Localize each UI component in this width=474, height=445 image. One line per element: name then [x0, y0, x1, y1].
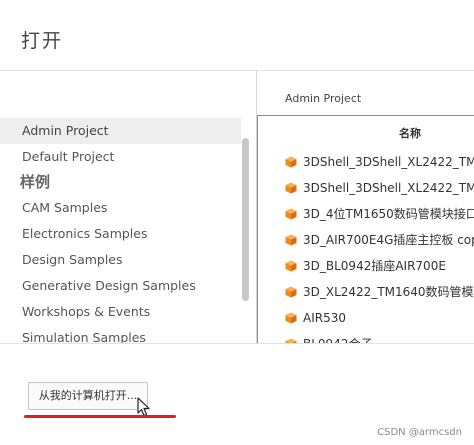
file-row[interactable]: 3DShell_3DShell_XL2422_TM1	[258, 149, 474, 175]
mouse-cursor-icon	[137, 397, 150, 417]
sample-item-label: Generative Design Samples	[22, 278, 196, 293]
project-item-admin[interactable]: Admin Project	[0, 118, 241, 144]
file-row[interactable]: BL0942合子	[258, 331, 474, 343]
file-name: 3D_4位TM1650数码管模块接口	[303, 207, 474, 221]
cube-icon	[285, 286, 297, 298]
file-name: 3D_XL2422_TM1640数码管模块	[303, 285, 474, 299]
sample-item-workshops[interactable]: Workshops & Events	[0, 299, 241, 325]
file-name: BL0942合子	[303, 331, 372, 343]
column-header-name[interactable]: 名称	[399, 125, 421, 141]
cube-icon	[285, 260, 297, 272]
project-list-scrollbar[interactable]	[242, 138, 249, 301]
highlight-underline	[24, 415, 176, 418]
cube-icon	[285, 156, 297, 168]
file-name: 3D_BL0942插座AIR700E	[303, 259, 446, 273]
file-row[interactable]: 3DShell_3DShell_XL2422_TM1	[258, 175, 474, 201]
project-item-default[interactable]: Default Project	[0, 144, 241, 170]
open-from-computer-button[interactable]: 从我的计算机打开...	[28, 382, 148, 410]
samples-section-header: 样例	[20, 173, 51, 191]
sample-item-label: Workshops & Events	[22, 304, 151, 319]
file-row[interactable]: 3D_XL2422_TM1640数码管模块	[258, 279, 474, 305]
project-item-label: Admin Project	[22, 123, 109, 138]
cube-icon	[285, 208, 297, 220]
sample-item-design[interactable]: Design Samples	[0, 247, 241, 273]
watermark: CSDN @armcsdn	[377, 427, 462, 438]
sample-item-label: CAM Samples	[22, 200, 108, 215]
file-name: 3DShell_3DShell_XL2422_TM1	[303, 181, 474, 195]
file-list: 3DShell_3DShell_XL2422_TM1 3DShell_3DShel…	[258, 149, 474, 343]
folder-header: Admin Project	[285, 92, 362, 105]
file-name: AIR530	[303, 311, 346, 325]
project-list-panel: Admin Project Default Project 样例 CAM Sam…	[0, 71, 256, 343]
file-row[interactable]: AIR530	[258, 305, 474, 331]
sample-item-electronics[interactable]: Electronics Samples	[0, 221, 241, 247]
footer-divider	[0, 343, 474, 344]
file-name: 3DShell_3DShell_XL2422_TM1	[303, 155, 474, 169]
cube-icon	[285, 234, 297, 246]
dialog-title: 打开	[21, 30, 64, 52]
file-row[interactable]: 3D_4位TM1650数码管模块接口	[258, 201, 474, 227]
cube-icon	[285, 312, 297, 324]
project-item-label: Default Project	[22, 149, 115, 164]
sample-item-cam[interactable]: CAM Samples	[0, 195, 241, 221]
project-list: Admin Project Default Project 样例 CAM Sam…	[0, 118, 241, 343]
sample-item-generative-design[interactable]: Generative Design Samples	[0, 273, 241, 299]
sample-item-label: Design Samples	[22, 252, 123, 267]
file-list-panel: 名称 3DShell_3DShell_XL2422_TM1 3DShell_3DS…	[257, 115, 474, 343]
file-row[interactable]: 3D_AIR700E4G插座主控板 cop	[258, 227, 474, 253]
open-dialog: 打开 Admin Project Default Project 样例 CAM …	[0, 0, 474, 445]
sample-item-label: Electronics Samples	[22, 226, 148, 241]
file-row[interactable]: 3D_BL0942插座AIR700E	[258, 253, 474, 279]
file-name: 3D_AIR700E4G插座主控板 cop	[303, 233, 474, 247]
sample-item-simulation[interactable]: Simulation Samples	[0, 325, 241, 343]
sample-item-label: Simulation Samples	[22, 330, 146, 343]
cube-icon	[285, 182, 297, 194]
